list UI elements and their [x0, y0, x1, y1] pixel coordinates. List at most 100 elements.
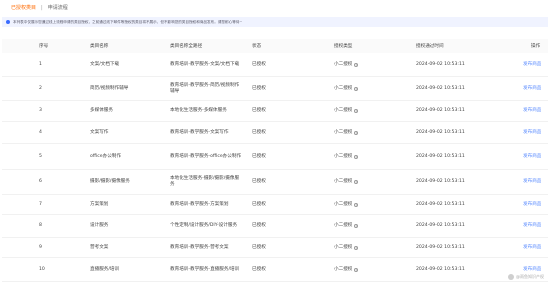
table-row: 8 设计服务 个性定制/设计服务/DIY-设计服务 已授权 小二授权? 2024-09-0… [2, 215, 548, 238]
help-icon[interactable]: ? [354, 130, 359, 135]
tab-apply-process[interactable]: 申请流程 [45, 3, 71, 13]
notice-banner: 本列表中仅展示您通过线上流程申请的类目授权，之前通过线下邮件等授权的类目将不展示… [2, 17, 548, 27]
help-icon[interactable]: ? [354, 86, 359, 91]
publish-product-link[interactable]: 发布商品 [523, 223, 541, 229]
cell-category-path: 教育培训-教学服务-文案/文档下载 [170, 61, 240, 67]
cell-category-name: 方案策划 [90, 201, 109, 207]
auth-type-label: 小二授权 [334, 179, 353, 185]
cell-auth-time: 2024-09-02 10:53:11 [416, 266, 465, 272]
publish-product-link[interactable]: 发布商品 [523, 179, 541, 185]
cell-auth-time: 2024-09-02 10:53:11 [416, 179, 465, 185]
table-row: 1 文案/文档下载 教育培训-教学服务-文案/文档下载 已授权 小二授权? 2024-09… [2, 53, 548, 77]
cell-auth-time: 2024-09-02 10:53:11 [416, 61, 465, 67]
cell-category-name: 文案/文档下载 [90, 61, 120, 67]
publish-product-link[interactable]: 发布商品 [523, 108, 541, 114]
auth-type-label: 小二授权 [334, 129, 353, 135]
publish-product-link[interactable]: 发布商品 [523, 86, 541, 92]
cell-auth-time: 2024-09-02 10:53:11 [416, 108, 465, 114]
table-row: 9 营考文案 教育培训-教学服务-营考文案 已授权 小二授权? 2024-09-02 10… [2, 238, 548, 258]
cell-status: 已授权 [252, 223, 266, 229]
cell-index: 4 [39, 129, 42, 135]
cell-auth-type: 小二授权? [334, 244, 359, 251]
publish-product-link[interactable]: 发布商品 [523, 245, 541, 251]
cell-auth-time: 2024-09-02 10:53:11 [416, 201, 465, 207]
cell-auth-time: 2024-09-02 10:53:11 [416, 129, 465, 135]
help-icon[interactable]: ? [354, 267, 359, 272]
cell-index: 7 [39, 201, 42, 207]
publish-product-link[interactable]: 发布商品 [523, 62, 541, 68]
col-header-auth-time: 授权通过时间 [416, 44, 444, 49]
cell-status: 已授权 [252, 61, 266, 67]
watermark-text: @雨鱼知识产权 [516, 274, 544, 279]
cell-auth-type: 小二授权? [334, 223, 359, 229]
help-icon[interactable]: ? [354, 202, 359, 207]
table-row: 2 简历/视频制作辅导 教育培训-教学服务-简历/视频制作辅导 已授权 小二授权? 202… [2, 77, 548, 101]
table-row: 5 office办公制作 教育培训-教学服务-office办公制作 已授权 小二授权? 2… [2, 144, 548, 170]
cell-status: 已授权 [252, 129, 266, 135]
cell-status: 已授权 [252, 108, 266, 114]
help-icon[interactable]: ? [354, 154, 359, 159]
table-header: 序号 类目名称 类目名称全路径 状态 授权类型 授权通过时间 操作 [2, 39, 548, 53]
cell-status: 已授权 [252, 153, 266, 159]
help-icon[interactable]: ? [354, 180, 359, 184]
cell-auth-type: 小二授权? [334, 179, 359, 185]
cell-auth-time: 2024-09-02 10:53:11 [416, 153, 465, 159]
col-header-index: 序号 [39, 44, 49, 49]
auth-type-label: 小二授权 [334, 223, 353, 229]
cell-auth-type: 小二授权? [334, 108, 359, 114]
watermark-logo-icon [508, 274, 514, 280]
table-row: 6 摄影/摄影/摄像服务 本地化生活服务-摄影/摄影/摄像服务 已授权 小二授权? 202… [2, 170, 548, 195]
publish-product-link[interactable]: 发布商品 [523, 202, 541, 208]
auth-type-label: 小二授权 [334, 153, 353, 159]
cell-index: 1 [39, 61, 42, 67]
tab-bar: 已授权类目 | 申请流程 [8, 3, 71, 13]
auth-type-label: 小二授权 [334, 85, 353, 91]
cell-category-path: 教育培训-教学服务-文案写作 [170, 129, 229, 135]
cell-category-name: 摄影/摄影/摄像服务 [90, 179, 130, 185]
cell-index: 6 [39, 179, 42, 185]
table-row: 3 多媒体服务 本地化生活服务-多媒体服务 已授权 小二授权? 2024-09-02 10… [2, 101, 548, 122]
cell-category-name: 简历/视频制作辅导 [90, 85, 129, 91]
cell-auth-type: 小二授权? [334, 61, 359, 68]
cell-auth-time: 2024-09-02 10:53:11 [416, 244, 465, 250]
cell-category-path: 教育培训-教学服务-office办公制作 [170, 153, 242, 159]
tab-authorized-categories[interactable]: 已授权类目 [8, 3, 39, 13]
publish-product-link[interactable]: 发布商品 [523, 267, 541, 273]
notice-text: 本列表中仅展示您通过线上流程申请的类目授权，之前通过线下邮件等授权的类目将不展示… [13, 19, 243, 24]
cell-auth-type: 小二授权? [334, 201, 359, 208]
info-icon [6, 20, 10, 24]
publish-product-link[interactable]: 发布商品 [523, 154, 541, 160]
table-row: 7 方案策划 教育培训-教学服务-方案策划 已授权 小二授权? 2024-09-02 10… [2, 195, 548, 215]
cell-status: 已授权 [252, 266, 266, 272]
auth-type-label: 小二授权 [334, 266, 353, 272]
auth-type-label: 小二授权 [334, 244, 353, 250]
cell-auth-time: 2024-09-02 10:53:11 [416, 223, 465, 229]
cell-category-path: 教育培训-教学服务-营考文案 [170, 244, 229, 250]
cell-category-name: 多媒体服务 [90, 108, 113, 114]
cell-auth-type: 小二授权? [334, 85, 359, 92]
cell-status: 已授权 [252, 179, 266, 185]
cell-category-name: 营考文案 [90, 244, 109, 250]
cell-status: 已授权 [252, 201, 266, 207]
publish-product-link[interactable]: 发布商品 [523, 130, 541, 136]
help-icon[interactable]: ? [354, 62, 359, 67]
cell-index: 9 [39, 244, 42, 250]
cell-index: 5 [39, 153, 42, 159]
cell-index: 2 [39, 85, 42, 91]
cell-status: 已授权 [252, 85, 266, 91]
auth-type-label: 小二授权 [334, 201, 353, 207]
cell-auth-time: 2024-09-02 10:53:11 [416, 85, 465, 91]
cell-category-path: 教育培训-教学服务-简历/视频制作辅导 [170, 82, 240, 94]
help-icon[interactable]: ? [354, 245, 359, 250]
help-icon[interactable]: ? [354, 224, 359, 228]
help-icon[interactable]: ? [354, 109, 359, 113]
table-row: 4 文案写作 教育培训-教学服务-文案写作 已授权 小二授权? 2024-09-02 10… [2, 122, 548, 144]
cell-category-path: 个性定制/设计服务/DIY-设计服务 [170, 223, 238, 229]
cell-category-path: 教育培训-教学服务-直播服务/培训 [170, 266, 240, 272]
auth-type-label: 小二授权 [334, 61, 353, 67]
col-header-category-path: 类目名称全路径 [170, 44, 203, 49]
cell-auth-type: 小二授权? [334, 266, 359, 273]
cell-category-name: 设计服务 [90, 223, 109, 229]
cell-category-path: 本地化生活服务-多媒体服务 [170, 108, 227, 114]
col-header-auth-type: 授权类型 [334, 44, 353, 49]
